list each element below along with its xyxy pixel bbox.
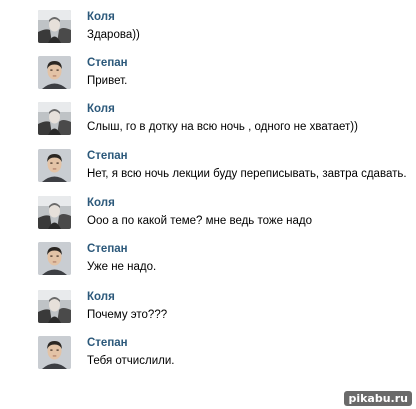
message-text: Ооо а по какой теме? мне ведь тоже надо [87, 215, 313, 227]
message-author[interactable]: Коля [87, 291, 115, 304]
watermark-logo: pikabu.ru [344, 391, 412, 406]
message-row: Коля Слыш, го в дотку на всю ночь , одно… [0, 102, 416, 146]
chat-history: Коля Здарова)) Степан Привет. Коля Слыш,… [0, 0, 416, 409]
message-text: Здарова)) [87, 29, 140, 41]
avatar-stepan[interactable] [38, 242, 71, 275]
message-author[interactable]: Степан [87, 337, 128, 350]
message-row: Степан Привет. [0, 56, 416, 100]
message-row: Коля Почему это??? [0, 290, 416, 334]
avatar-kolya[interactable] [38, 196, 71, 229]
message-row: Степан Уже не надо. [0, 242, 416, 286]
message-author[interactable]: Коля [87, 11, 115, 24]
message-text: Тебя отчислили. [87, 355, 175, 367]
avatar-kolya[interactable] [38, 290, 71, 323]
message-row: Степан Тебя отчислили. [0, 336, 416, 380]
message-row: Коля Здарова)) [0, 10, 416, 54]
message-row: Коля Ооо а по какой теме? мне ведь тоже … [0, 196, 416, 240]
avatar-kolya[interactable] [38, 10, 71, 43]
message-text: Почему это??? [87, 309, 168, 321]
message-author[interactable]: Степан [87, 150, 128, 163]
avatar-stepan[interactable] [38, 56, 71, 89]
avatar-stepan[interactable] [38, 336, 71, 369]
message-text: Уже не надо. [87, 261, 157, 273]
message-text: Слыш, го в дотку на всю ночь , одного не… [87, 121, 358, 133]
message-author[interactable]: Коля [87, 103, 115, 116]
avatar-kolya[interactable] [38, 102, 71, 135]
message-text: Привет. [87, 75, 128, 87]
message-author[interactable]: Коля [87, 197, 115, 210]
message-author[interactable]: Степан [87, 57, 128, 70]
message-author[interactable]: Степан [87, 243, 128, 256]
avatar-stepan[interactable] [38, 149, 71, 182]
message-row: Степан Нет, я всю ночь лекции буду переп… [0, 149, 416, 193]
message-text: Нет, я всю ночь лекции буду переписывать… [87, 168, 407, 180]
